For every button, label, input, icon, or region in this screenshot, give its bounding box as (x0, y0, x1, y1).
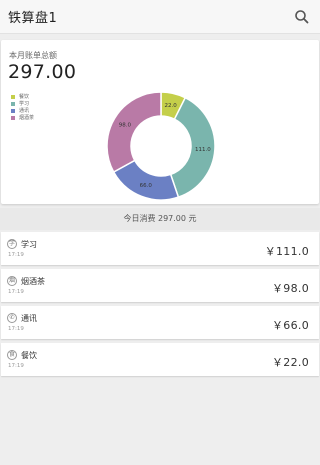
legend-item-dining: 餐饮 (11, 93, 34, 100)
item-category: 烟酒茶 (21, 277, 45, 286)
legend-label: 学习 (19, 101, 30, 107)
monthly-total-value: 297.00 (8, 61, 77, 83)
item-time: 17:19 (8, 289, 24, 295)
legend-item-study: 学习 (11, 100, 34, 107)
app-title: 铁算盘1 (8, 11, 58, 26)
item-amount: ￥111.0 (264, 245, 309, 258)
item-category: 通讯 (21, 314, 37, 323)
phone-icon: ✆ (7, 313, 17, 323)
list-item[interactable]: 食 餐饮 17:19 ￥22.0 (1, 343, 319, 376)
item-time: 17:19 (8, 326, 24, 332)
list-item[interactable]: ✆ 通讯 17:19 ￥66.0 (1, 306, 319, 339)
legend-label: 餐饮 (19, 94, 30, 100)
expense-donut-chart: 22.0 111.0 66.0 98.0 (106, 91, 216, 201)
slice-value-label: 66.0 (140, 183, 153, 189)
item-time: 17:19 (8, 363, 24, 369)
item-amount: ￥66.0 (272, 319, 309, 332)
monthly-total-label: 本月账单总额 (9, 51, 57, 60)
legend-swatch (11, 108, 15, 113)
donut-slice (106, 91, 162, 174)
book-icon: 学 (7, 239, 17, 249)
today-spending-bar: 今日消费 297.00 元 (0, 208, 320, 230)
app-bar: 铁算盘1 (0, 0, 320, 34)
item-time: 17:19 (8, 252, 24, 258)
chart-legend: 餐饮 学习 通讯 烟酒茶 (11, 93, 34, 121)
item-amount: ￥98.0 (272, 282, 309, 295)
legend-swatch (11, 94, 15, 99)
item-category: 学习 (21, 240, 37, 249)
dining-icon: 食 (7, 350, 17, 360)
expense-list: 学 学习 17:19 ￥111.0 烟 烟酒茶 17:19 ￥98.0 ✆ 通讯… (1, 232, 319, 380)
legend-label: 通讯 (19, 108, 30, 114)
search-icon[interactable] (292, 7, 312, 27)
tea-icon: 烟 (7, 276, 17, 286)
slice-value-label: 111.0 (195, 147, 211, 153)
legend-item-tobacco: 烟酒茶 (11, 114, 34, 121)
list-item[interactable]: 烟 烟酒茶 17:19 ￥98.0 (1, 269, 319, 302)
item-category: 餐饮 (21, 351, 37, 360)
item-amount: ￥22.0 (272, 356, 309, 369)
today-spending-text: 今日消费 297.00 元 (123, 214, 197, 223)
slice-value-label: 22.0 (165, 103, 178, 109)
legend-swatch (11, 115, 15, 120)
monthly-summary-card: 本月账单总额 297.00 餐饮 学习 通讯 烟酒茶 22.0 111.0 66.0… (1, 40, 319, 204)
legend-item-telecom: 通讯 (11, 107, 34, 114)
legend-swatch (11, 101, 15, 106)
slice-value-label: 98.0 (119, 123, 132, 129)
legend-label: 烟酒茶 (19, 115, 35, 121)
list-item[interactable]: 学 学习 17:19 ￥111.0 (1, 232, 319, 265)
